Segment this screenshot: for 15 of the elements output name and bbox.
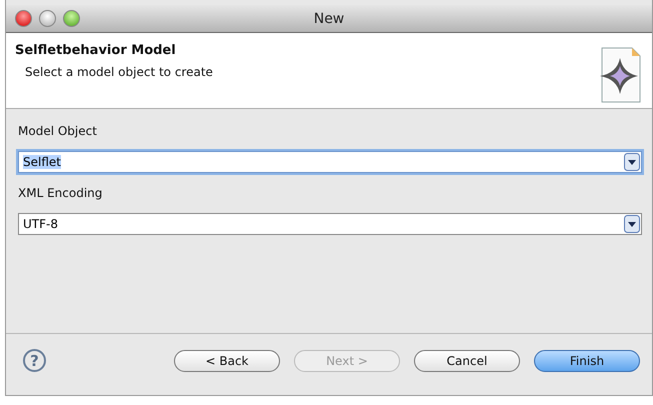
page-title: Selfletbehavior Model <box>15 43 177 58</box>
window-title: New <box>314 10 344 26</box>
close-icon[interactable] <box>15 10 32 27</box>
dropdown-field[interactable]: UTF-8 <box>18 213 642 235</box>
dialog-button[interactable]: Cancel <box>414 350 520 372</box>
zoom-icon[interactable] <box>63 10 80 27</box>
page-description: Select a model object to create <box>25 65 213 79</box>
field-label: Model Object <box>18 124 98 138</box>
dialog-button[interactable]: Finish <box>534 350 640 372</box>
field-label: XML Encoding <box>18 186 104 200</box>
help-icon[interactable]: ? <box>23 349 46 372</box>
minimize-icon[interactable] <box>39 10 56 27</box>
dialog-button[interactable]: < Back <box>174 350 280 372</box>
dropdown-field[interactable]: Selflet <box>18 151 642 173</box>
document-star-icon <box>598 46 642 104</box>
